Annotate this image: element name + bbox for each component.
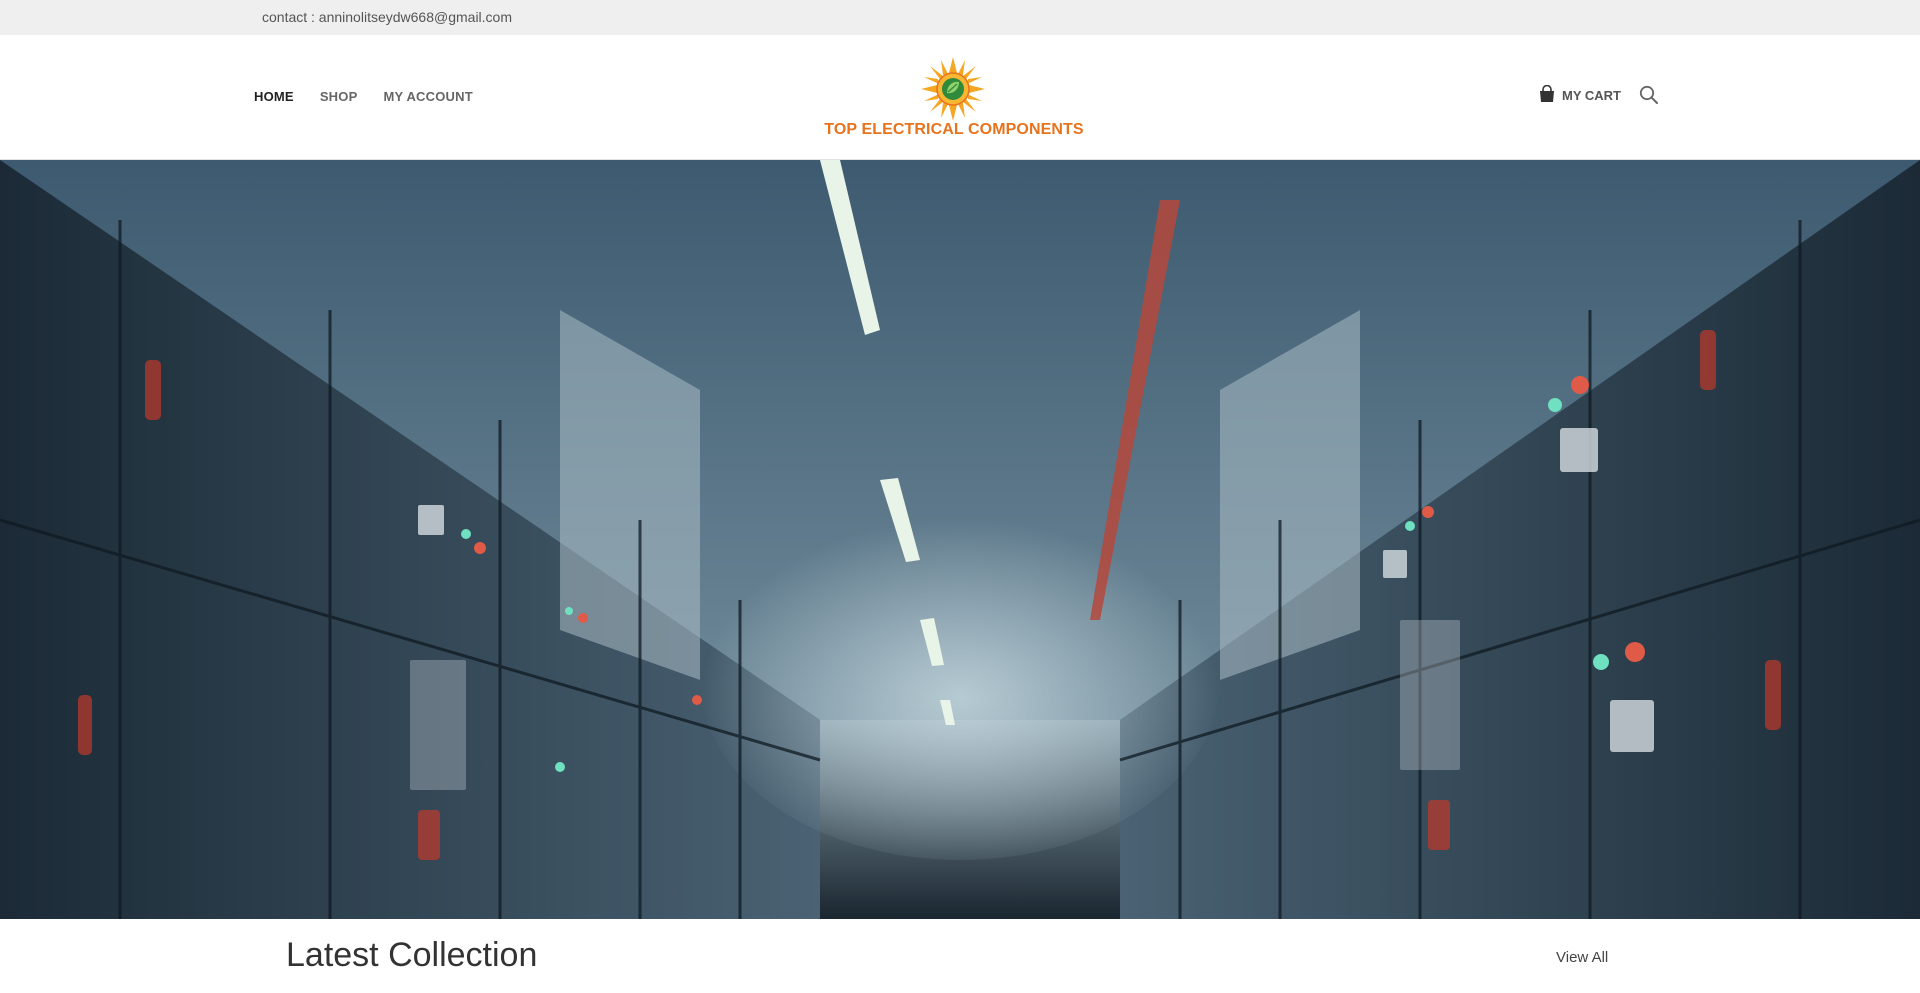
- brand-name: TOP ELECTRICAL COMPONENTS: [824, 121, 1084, 138]
- nav-my-account[interactable]: MY ACCOUNT: [383, 89, 472, 104]
- search-icon[interactable]: [1639, 85, 1659, 105]
- hero-banner: [0, 160, 1920, 919]
- shopping-bag-icon: [1540, 85, 1554, 102]
- view-all-link[interactable]: View All: [1556, 949, 1608, 966]
- my-cart-button[interactable]: MY CART: [1538, 85, 1621, 103]
- contact-email: contact : anninolitseydw668@gmail.com: [262, 9, 513, 25]
- site-header: HOME SHOP MY ACCOUNT TOP ELECTRICAL COMP…: [0, 35, 1920, 160]
- nav-home[interactable]: HOME: [254, 89, 294, 104]
- my-cart-label: MY CART: [1562, 87, 1621, 103]
- hero-switchgear-image: [0, 160, 1920, 919]
- site-logo[interactable]: TOP ELECTRICAL COMPONENTS: [820, 57, 1088, 149]
- sun-leaf-logo-icon: [921, 57, 985, 121]
- nav-shop[interactable]: SHOP: [320, 89, 358, 104]
- main-nav: HOME SHOP MY ACCOUNT: [254, 89, 473, 104]
- latest-collection-heading: Latest Collection: [286, 936, 538, 974]
- top-bar: contact : anninolitseydw668@gmail.com: [0, 0, 1920, 35]
